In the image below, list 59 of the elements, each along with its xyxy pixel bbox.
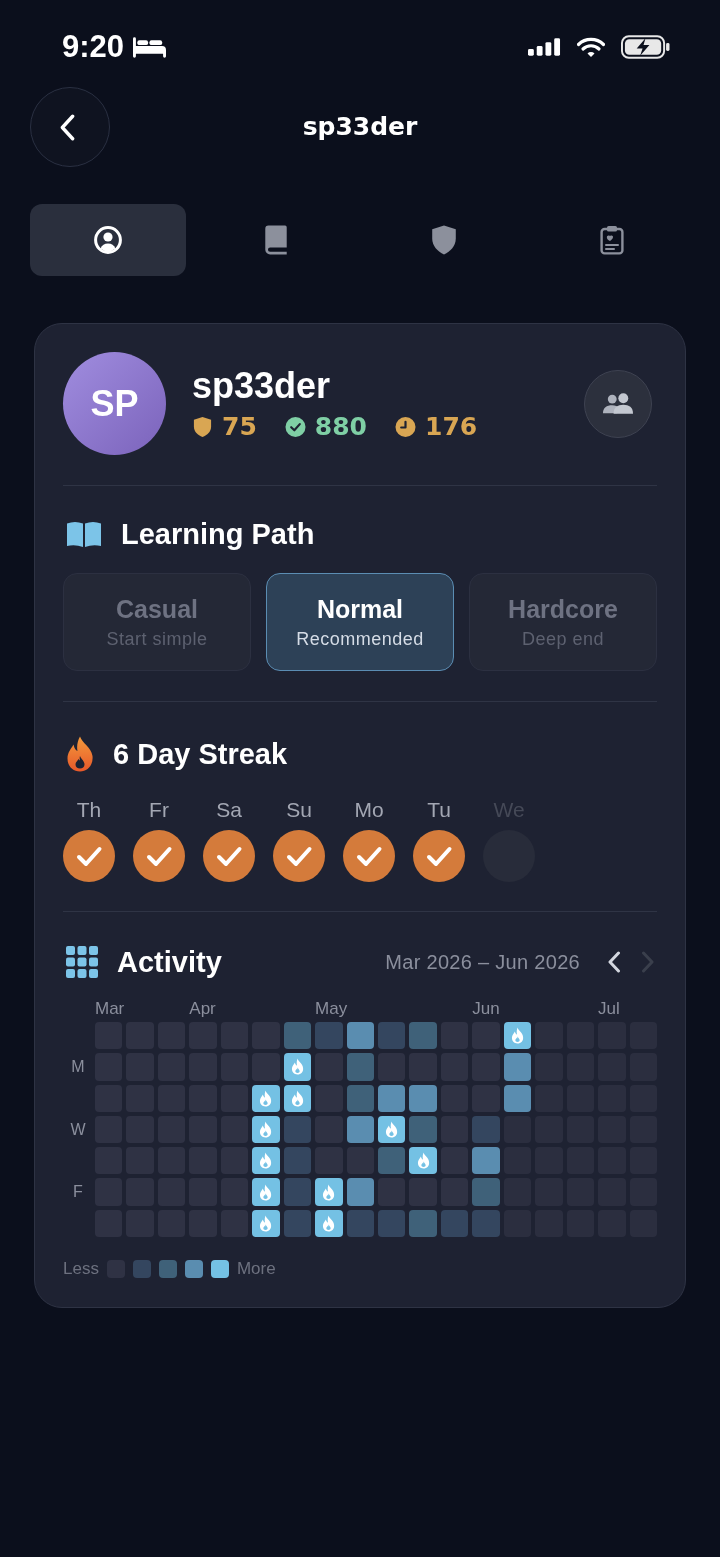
flame-icon — [259, 1152, 273, 1170]
flame-icon — [385, 1121, 399, 1139]
legend-more: More — [236, 1259, 276, 1280]
flame-icon — [290, 1058, 304, 1076]
profile-tab[interactable] — [30, 204, 186, 276]
flame-icon — [259, 1089, 273, 1107]
path-option[interactable]: Casual Start simple — [63, 573, 251, 671]
book-icon — [262, 225, 290, 255]
two-people-icon — [602, 392, 634, 415]
flame-icon — [259, 1214, 273, 1232]
day-label: Su — [286, 798, 312, 822]
month-label: Apr — [189, 1001, 216, 1017]
signal-icon — [528, 38, 561, 56]
flame-icon — [416, 1152, 430, 1170]
month-label: Mar — [95, 1001, 125, 1017]
chevron-right-icon — [641, 951, 655, 973]
status-time: 9:20 — [62, 28, 125, 66]
battery-icon — [621, 35, 670, 59]
day-label: Sa — [216, 798, 242, 822]
person-circle-icon — [94, 225, 122, 255]
section-title: Learning Path — [121, 517, 315, 552]
chevron-left-icon — [607, 951, 621, 973]
page-title: sp33der — [302, 111, 418, 143]
previous-button[interactable] — [607, 951, 621, 973]
day-label: Th — [76, 798, 102, 822]
path-option[interactable]: Normal Recommended — [266, 573, 454, 671]
flame-icon — [66, 736, 94, 772]
month-label: May — [315, 1001, 348, 1017]
flame-icon — [322, 1183, 336, 1201]
date-range: Mar 2026 – Jun 2026 — [385, 950, 580, 974]
flame-icon — [511, 1027, 524, 1045]
wifi-icon — [577, 37, 605, 57]
shield-icon — [430, 225, 458, 255]
day-label: Tu — [427, 798, 451, 822]
chevron-left-icon — [59, 113, 75, 141]
month-label: Jul — [598, 1001, 620, 1017]
day-label: Fr — [149, 798, 169, 822]
month-label: Jun — [472, 1001, 500, 1017]
weekday-label: F — [73, 1183, 83, 1202]
activity-title: Activity — [117, 945, 222, 980]
weekday-label: M — [71, 1057, 85, 1076]
weekday-label: W — [70, 1120, 86, 1139]
bed-icon — [133, 36, 167, 58]
stat-value: 75 — [222, 412, 257, 441]
legend-less: Less — [63, 1259, 99, 1280]
user-name: sp33der — [192, 365, 331, 406]
open-book-icon — [66, 520, 102, 548]
flame-icon — [259, 1121, 273, 1139]
path-option[interactable]: Hardcore Deep end — [469, 573, 657, 671]
flame-icon — [259, 1183, 273, 1201]
clipboard-icon — [598, 225, 626, 255]
flame-icon — [322, 1214, 336, 1232]
day-label: Mo — [354, 798, 384, 822]
avatar: SP — [63, 352, 166, 455]
grid-icon — [66, 946, 98, 978]
stat-value: 880 — [314, 412, 367, 441]
flame-icon — [290, 1089, 304, 1107]
stat-value: 176 — [425, 412, 478, 441]
streak-title: 6 Day Streak — [113, 737, 288, 772]
